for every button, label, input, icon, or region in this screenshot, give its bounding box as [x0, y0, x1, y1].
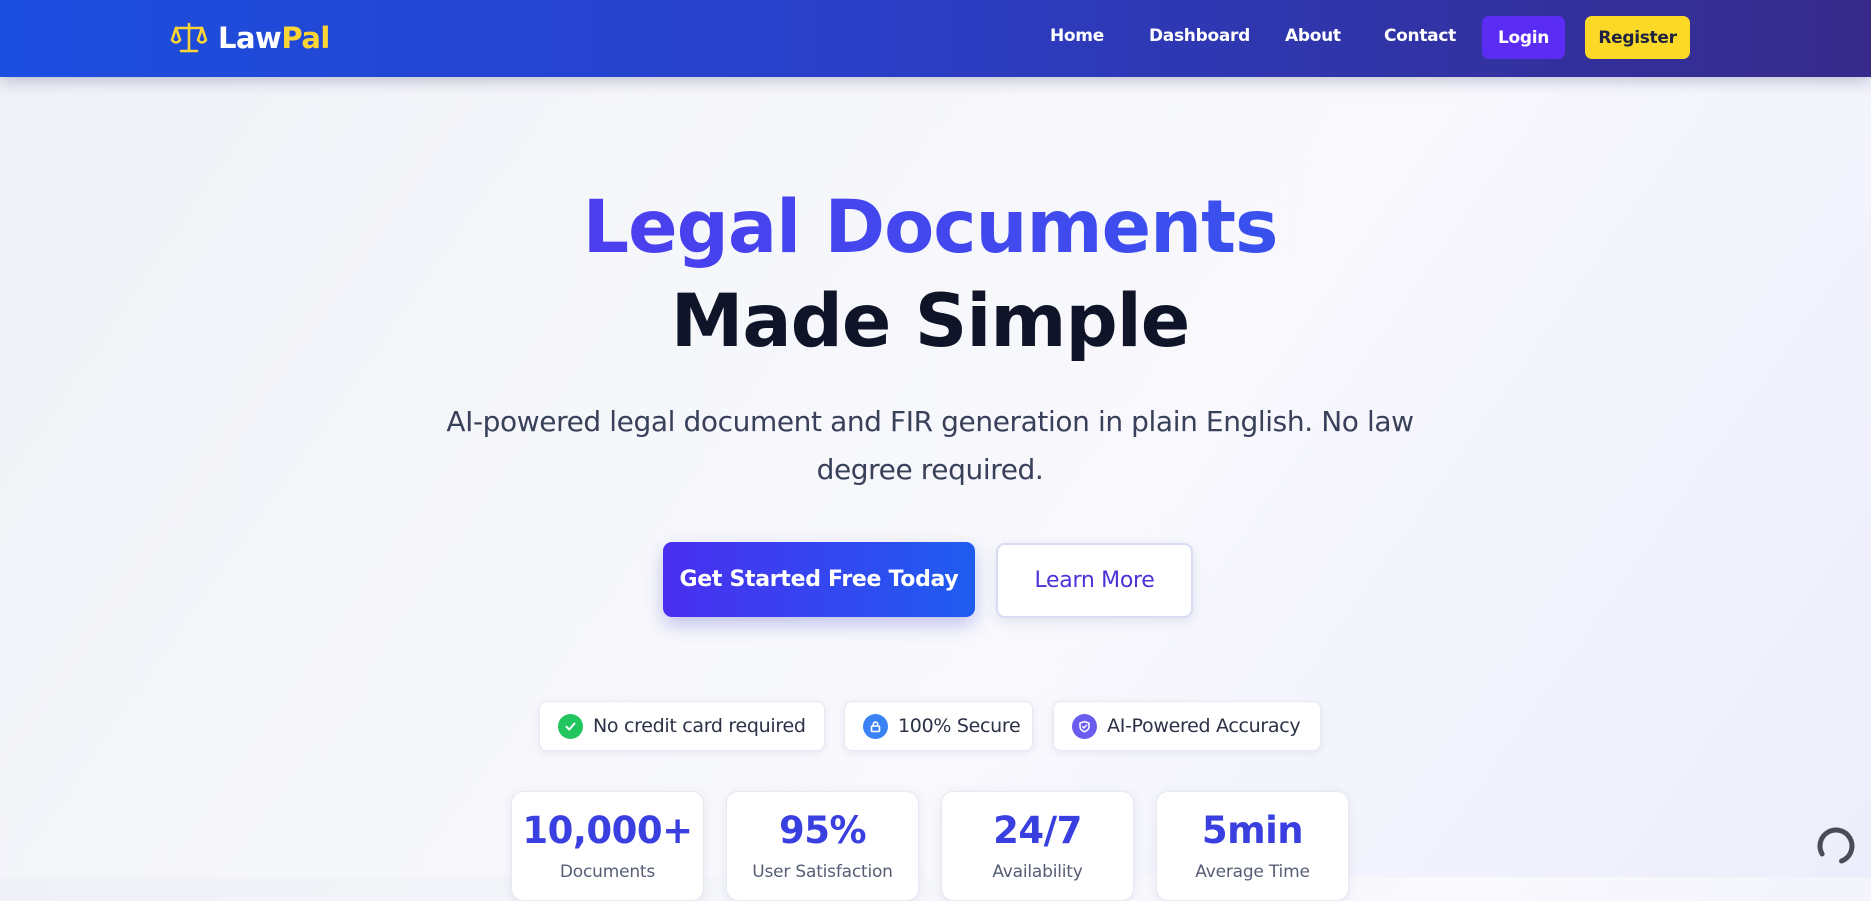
- stat-card-availability: 24/7 Availability: [941, 791, 1134, 901]
- learn-more-button[interactable]: Learn More: [996, 543, 1193, 618]
- stat-value: 95%: [778, 809, 867, 852]
- stat-card-satisfaction: 95% User Satisfaction: [726, 791, 919, 901]
- loading-spinner-icon: [1817, 827, 1855, 865]
- stat-label: Availability: [992, 862, 1083, 882]
- stat-label: User Satisfaction: [752, 862, 893, 882]
- brand-logo[interactable]: LawPal: [170, 18, 330, 58]
- scales-of-justice-icon: [170, 22, 208, 53]
- hero-title-main: Made Simple: [670, 279, 1191, 364]
- badge-label: No credit card required: [593, 715, 806, 737]
- brand-name-part2: Pal: [281, 21, 330, 55]
- stat-value: 24/7: [993, 809, 1082, 852]
- hero-title-highlight: Legal Documents: [0, 180, 1860, 276]
- nav-link-dashboard[interactable]: Dashboard: [1149, 26, 1250, 46]
- shield-icon: [1072, 713, 1097, 739]
- stat-card-average-time: 5min Average Time: [1156, 791, 1349, 901]
- lock-icon: [863, 713, 888, 739]
- hero-subtitle: AI-powered legal document and FIR genera…: [440, 398, 1420, 494]
- trust-badge-ai-accuracy: AI-Powered Accuracy: [1053, 701, 1321, 751]
- nav-link-contact[interactable]: Contact: [1384, 26, 1456, 46]
- stat-label: Documents: [559, 862, 656, 882]
- trust-badge-secure: 100% Secure: [844, 701, 1033, 751]
- badge-label: 100% Secure: [898, 715, 1021, 737]
- badge-label: AI-Powered Accuracy: [1107, 715, 1301, 737]
- check-icon: [558, 713, 583, 739]
- hero-subtitle-line1: AI-powered legal document and FIR genera…: [446, 405, 1414, 438]
- stat-card-documents: 10,000+ Documents: [511, 791, 704, 901]
- hero-subtitle-line2: degree required.: [816, 453, 1044, 486]
- stat-value: 10,000+: [522, 809, 693, 852]
- login-button[interactable]: Login: [1482, 16, 1565, 59]
- register-button[interactable]: Register: [1585, 16, 1690, 59]
- nav-link-home[interactable]: Home: [1050, 26, 1104, 46]
- brand-name: LawPal: [218, 21, 330, 55]
- nav-link-about[interactable]: About: [1285, 26, 1341, 46]
- get-started-button[interactable]: Get Started Free Today: [663, 542, 975, 617]
- brand-name-part1: Law: [218, 21, 282, 55]
- trust-badge-no-credit-card: No credit card required: [539, 701, 825, 751]
- top-navbar: LawPal Home Dashboard About Contact Logi…: [0, 0, 1871, 77]
- stat-value: 5min: [1201, 809, 1304, 852]
- stat-label: Average Time: [1195, 862, 1310, 882]
